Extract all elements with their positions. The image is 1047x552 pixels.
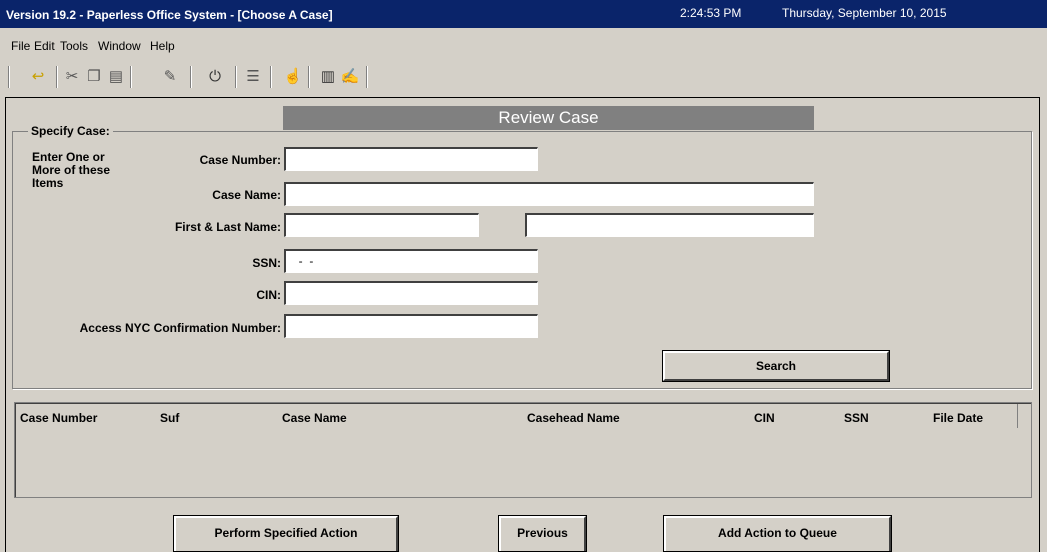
paste-icon[interactable]: ▤ (106, 67, 126, 87)
cin-input[interactable] (284, 281, 538, 305)
ssn-label: SSN: (252, 256, 281, 270)
clock-date: Thursday, September 10, 2015 (782, 6, 947, 20)
toolbar-separator (308, 66, 310, 88)
instruction-line-3: Items (32, 176, 64, 190)
toolbar-separator (56, 66, 58, 88)
access-nyc-input[interactable] (284, 314, 538, 338)
instruction-line-2: More of these (32, 163, 111, 177)
menu-edit[interactable]: Edit (34, 39, 55, 53)
first-last-name-label: First & Last Name: (174, 220, 281, 234)
book-icon[interactable]: ▥ (318, 67, 338, 87)
title-bar: Version 19.2 - Paperless Office System -… (0, 0, 1047, 28)
toolbar-separator (270, 66, 272, 88)
menu-help[interactable]: Help (150, 39, 175, 53)
menu-window[interactable]: Window (98, 39, 141, 53)
toolbar: ↩ ✂ ❐ ▤ ✎ ⏻ ☰ ☝ ▥ ✍ (0, 58, 1047, 96)
specify-case-label: Specify Case: (28, 124, 113, 138)
column-header-file-date[interactable]: File Date (933, 411, 983, 425)
column-divider (1017, 404, 1018, 428)
toolbar-grip (8, 66, 10, 88)
case-name-input[interactable] (284, 182, 814, 206)
copy-icon[interactable]: ❐ (84, 67, 104, 87)
last-name-input[interactable] (525, 213, 814, 237)
column-header-case-name[interactable]: Case Name (282, 411, 347, 425)
add-to-queue-button[interactable]: Add Action to Queue (663, 515, 892, 552)
case-number-input[interactable] (284, 147, 538, 171)
menu-bar: File Edit Tools Window Help (0, 28, 1047, 58)
first-name-input[interactable] (284, 213, 479, 237)
eraser-icon[interactable]: ✎ (160, 67, 180, 87)
column-header-cin[interactable]: CIN (754, 411, 775, 425)
toolbar-separator (366, 66, 368, 88)
cut-icon[interactable]: ✂ (62, 67, 82, 87)
column-header-case-number[interactable]: Case Number (20, 411, 97, 425)
clock-time: 2:24:53 PM (680, 6, 742, 20)
search-button[interactable]: Search (662, 350, 890, 382)
perform-action-button[interactable]: Perform Specified Action (173, 515, 399, 552)
column-header-suf[interactable]: Suf (160, 411, 179, 425)
column-header-casehead-name[interactable]: Casehead Name (527, 411, 620, 425)
undo-icon[interactable]: ↩ (28, 67, 48, 87)
page-title: Review Case (283, 106, 814, 130)
case-number-label: Case Number: (199, 153, 281, 167)
hand-icon[interactable]: ☝ (283, 67, 303, 87)
toolbar-separator (190, 66, 192, 88)
plug-icon[interactable]: ⏻ (205, 67, 225, 87)
instruction-line-1: Enter One or (32, 150, 105, 164)
cin-label: CIN: (256, 288, 281, 302)
toolbar-separator (235, 66, 237, 88)
list-icon[interactable]: ☰ (243, 67, 263, 87)
ssn-input[interactable]: - - (284, 249, 538, 273)
previous-button[interactable]: Previous (498, 515, 587, 552)
window-title: Version 19.2 - Paperless Office System -… (6, 8, 333, 22)
menu-tools[interactable]: Tools (60, 39, 88, 53)
menu-file[interactable]: File (11, 39, 30, 53)
toolbar-separator (130, 66, 132, 88)
column-header-ssn[interactable]: SSN (844, 411, 869, 425)
case-name-label: Case Name: (212, 188, 281, 202)
access-nyc-label: Access NYC Confirmation Number: (79, 321, 281, 335)
notepad-icon[interactable]: ✍ (340, 67, 360, 87)
